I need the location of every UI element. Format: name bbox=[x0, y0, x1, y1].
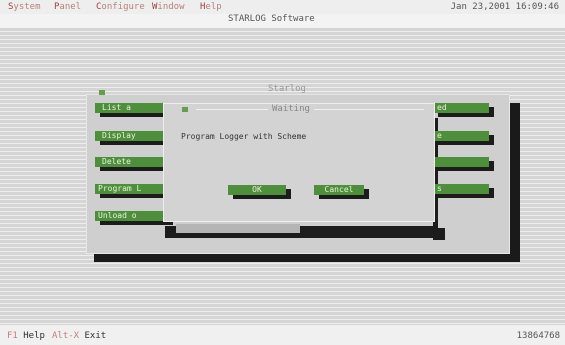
display-button[interactable]: Display bbox=[95, 131, 170, 141]
list-button[interactable]: List a bbox=[95, 103, 170, 113]
right-button-4[interactable]: s bbox=[433, 184, 489, 194]
program-logger-button[interactable]: Program L bbox=[95, 184, 168, 194]
dialog-frame bbox=[433, 228, 445, 240]
menu-system[interactable]: System bbox=[8, 2, 41, 12]
ok-button[interactable]: OK bbox=[228, 185, 286, 195]
dialog-title: Waiting bbox=[268, 104, 314, 114]
right-button-3[interactable] bbox=[433, 157, 489, 167]
waiting-dialog bbox=[163, 103, 435, 222]
memory-counter: 13864768 bbox=[516, 331, 560, 341]
menu-configure[interactable]: Configure bbox=[96, 2, 145, 12]
panel-title: Starlog bbox=[268, 84, 306, 94]
unload-button[interactable]: Unload o bbox=[95, 211, 168, 221]
menu-bar: System Panel Configure Window Help Jan 2… bbox=[0, 0, 565, 14]
clock: Jan 23,2001 16:09:46 bbox=[450, 2, 559, 12]
status-help[interactable]: F1 Help bbox=[7, 331, 45, 341]
menu-panel[interactable]: Panel bbox=[54, 2, 81, 12]
delete-button[interactable]: Delete bbox=[95, 157, 170, 167]
right-button-2[interactable]: e bbox=[433, 131, 489, 141]
right-button-1[interactable]: ed bbox=[433, 103, 489, 113]
status-bar: F1 Help Alt-X Exit 13864768 bbox=[0, 325, 565, 345]
progress-bar bbox=[176, 224, 300, 233]
dialog-message: Program Logger with Scheme bbox=[181, 132, 307, 141]
menu-help[interactable]: Help bbox=[200, 2, 222, 12]
panel-close-icon[interactable] bbox=[99, 90, 105, 95]
app-title: STARLOG Software bbox=[228, 14, 315, 24]
cancel-button[interactable]: Cancel bbox=[314, 185, 364, 195]
status-exit[interactable]: Alt-X Exit bbox=[52, 331, 106, 341]
dialog-close-icon[interactable] bbox=[182, 107, 188, 112]
menu-window[interactable]: Window bbox=[152, 2, 185, 12]
